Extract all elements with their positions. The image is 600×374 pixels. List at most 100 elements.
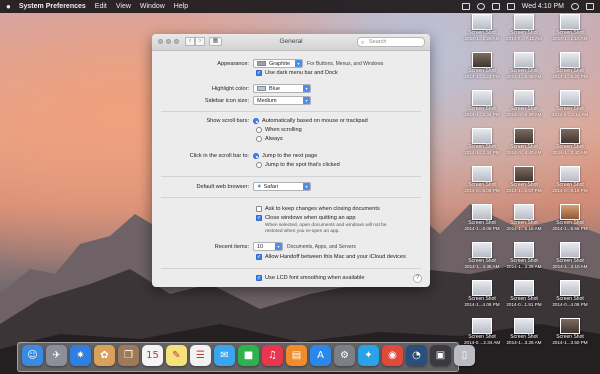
safari-icon: ✷ bbox=[257, 183, 262, 190]
trash-icon[interactable]: ▯ bbox=[454, 345, 475, 366]
file-thumbnail-icon bbox=[472, 128, 492, 144]
close-windows-note: When selected, open documents and window… bbox=[265, 223, 387, 234]
desktop-screenshot-file[interactable]: Screen Shot 2014-1...3.26 AM bbox=[506, 318, 542, 345]
desktop-screenshot-file[interactable]: Screen Shot 2014-0...4.06 PM bbox=[552, 280, 588, 307]
highlight-popup[interactable]: Blue ▾ bbox=[253, 84, 311, 93]
scroll-auto-label: Automatically based on mouse or trackpad bbox=[262, 118, 368, 124]
desktop-screenshot-file[interactable]: Screen Shot 2014-0...1.51 PM bbox=[506, 280, 542, 307]
file-thumbnail-icon bbox=[560, 318, 580, 334]
divider bbox=[161, 197, 421, 198]
search-input[interactable]: ⌕ Search bbox=[357, 37, 425, 47]
clock[interactable]: Wed 4:10 PM bbox=[522, 3, 564, 10]
scroll-bars-label: Show scroll bars: bbox=[206, 118, 249, 124]
desktop-screenshot-file[interactable]: Screen Shot 2014-1...3.26 AM bbox=[506, 242, 542, 269]
apple-menu-icon[interactable]: ● bbox=[6, 2, 11, 11]
desktop-screenshot-file[interactable]: Screen Shot 2014-1...8.20 PM bbox=[552, 52, 588, 79]
volume-icon[interactable] bbox=[491, 3, 500, 10]
menu-window[interactable]: Window bbox=[140, 3, 165, 10]
file-date: 2014-0....7.11 AM bbox=[506, 36, 542, 41]
recent-items-popup[interactable]: 10 ▾ bbox=[253, 242, 283, 251]
wifi-icon[interactable] bbox=[476, 3, 485, 10]
desktop-screenshot-file[interactable]: Screen Shot 2014-0....3.14 AM bbox=[552, 90, 588, 117]
desktop-screenshot-file[interactable]: Screen Shot 2014-0....2.34 AM bbox=[464, 318, 500, 345]
menu-help[interactable]: Help bbox=[174, 3, 188, 10]
desktop-screenshot-file[interactable]: Screen Shot 2014-1...6.07 PM bbox=[506, 166, 542, 193]
scroll-when-radio[interactable] bbox=[256, 127, 262, 133]
downloads-icon[interactable]: ▣ bbox=[430, 345, 451, 366]
desktop-screenshot-file[interactable]: Screen Shot 2014-1...3.10 AM bbox=[552, 242, 588, 269]
appearance-popup[interactable]: Graphite ▾ bbox=[253, 59, 303, 68]
chevron-down-icon: ▾ bbox=[295, 60, 302, 67]
scroll-always-radio[interactable] bbox=[256, 136, 262, 142]
system-preferences-icon[interactable]: ⚙ bbox=[334, 345, 355, 366]
notes-icon[interactable]: ✎ bbox=[166, 345, 187, 366]
desktop-screenshot-file[interactable]: Screen Shot 2014-1...3.23 PM bbox=[464, 52, 500, 79]
search-placeholder: Search bbox=[369, 39, 387, 45]
desktop-screenshot-file[interactable]: Screen Shot 2014-1...5.15 AM bbox=[506, 204, 542, 231]
sidebar-icon-popup[interactable]: Medium ▾ bbox=[253, 96, 311, 105]
battery-icon[interactable] bbox=[506, 3, 515, 10]
desktop-screenshot-file[interactable]: Screen Shot 2014-1...6.05 PM bbox=[464, 204, 500, 231]
close-windows-checkbox[interactable]: ✓ bbox=[256, 215, 262, 221]
desktop-screenshot-file[interactable]: Screen Shot 2014-1...4.35 AM bbox=[464, 242, 500, 269]
scroll-auto-option[interactable]: Automatically based on mouse or trackpad bbox=[253, 118, 368, 124]
itunes-icon[interactable]: ♫ bbox=[262, 345, 283, 366]
desktop-screenshot-file[interactable]: Screen Shot 2014-1...3.40 AM bbox=[552, 128, 588, 155]
jump-spot-radio[interactable] bbox=[256, 162, 262, 168]
desktop-screenshot-file[interactable]: Screen Shot 2014-1...8.55 PM bbox=[552, 204, 588, 231]
twitter-icon[interactable]: ✦ bbox=[358, 345, 379, 366]
file-date: 2014-0...6.05 PM bbox=[464, 188, 500, 193]
facetime-icon[interactable]: ■ bbox=[238, 345, 259, 366]
file-thumbnail-icon bbox=[514, 280, 534, 296]
click-scroll-label: Click in the scroll bar to: bbox=[189, 153, 249, 159]
file-thumbnail-icon bbox=[472, 52, 492, 68]
menu-view[interactable]: View bbox=[116, 3, 131, 10]
help-button[interactable]: ? bbox=[413, 274, 422, 283]
menu-edit[interactable]: Edit bbox=[95, 3, 107, 10]
lcd-checkbox[interactable]: ✓ bbox=[256, 275, 262, 281]
desktop-screenshot-file[interactable]: Screen Shot 2014-1...1.26 AM bbox=[464, 14, 500, 41]
reminders-icon[interactable]: ☰ bbox=[190, 345, 211, 366]
jump-next-radio[interactable] bbox=[253, 153, 259, 159]
contacts-icon[interactable]: ❐ bbox=[118, 345, 139, 366]
desktop-screenshot-file[interactable]: Screen Shot 2014-0...6.39 AM bbox=[506, 90, 542, 117]
ask-changes-row: Ask to keep changes when closing documen… bbox=[152, 206, 430, 212]
ask-changes-checkbox[interactable] bbox=[256, 206, 262, 212]
safari-icon[interactable]: ✷ bbox=[70, 345, 91, 366]
desktop-screenshot-file[interactable]: Screen Shot 2014-0...4.40 AM bbox=[506, 128, 542, 155]
photos-icon[interactable]: ✿ bbox=[94, 345, 115, 366]
dark-menu-checkbox[interactable]: ✓ bbox=[256, 70, 262, 76]
desktop-screenshot-file[interactable]: Screen Shot 2014-0....7.11 AM bbox=[506, 14, 542, 41]
app-store-icon[interactable]: A bbox=[310, 345, 331, 366]
desktop-screenshot-file[interactable]: Screen Shot 2014-1...2.34 PM bbox=[464, 90, 500, 117]
desktop-screenshot-file[interactable]: Screen Shot 2014-1...3.50 PM bbox=[552, 318, 588, 345]
messages-icon[interactable]: ✉ bbox=[214, 345, 235, 366]
file-date: 2014-1...5.15 AM bbox=[506, 226, 542, 231]
jump-next-option[interactable]: Jump to the next page bbox=[253, 153, 317, 159]
menu-app-name[interactable]: System Preferences bbox=[19, 3, 86, 10]
highlight-row: Highlight color: Blue ▾ bbox=[152, 84, 430, 93]
desktop-screenshot-file[interactable]: Screen Shot 2014-0...6.05 PM bbox=[464, 166, 500, 193]
scroll-auto-radio[interactable] bbox=[253, 118, 259, 124]
highlight-label: Highlight color: bbox=[212, 85, 249, 92]
desktop-screenshot-file[interactable]: Screen Shot 2014-1...1.10 AM bbox=[552, 14, 588, 41]
handoff-checkbox[interactable]: ✓ bbox=[256, 254, 262, 260]
chrome-icon[interactable]: ◉ bbox=[382, 345, 403, 366]
ibooks-icon[interactable]: ▤ bbox=[286, 345, 307, 366]
launchpad-icon[interactable]: ✈ bbox=[46, 345, 67, 366]
sidebar-icon-value: Medium bbox=[257, 97, 277, 104]
finder-icon[interactable]: ☺ bbox=[22, 345, 43, 366]
bluetooth-icon[interactable] bbox=[461, 3, 470, 10]
file-date: 2014-1...6.07 PM bbox=[506, 188, 542, 193]
click-scroll-row: Click in the scroll bar to: Jump to the … bbox=[152, 153, 430, 159]
desktop-screenshot-file[interactable]: Screen Shot 2014-1...4.06 PM bbox=[464, 280, 500, 307]
spotlight-icon[interactable] bbox=[571, 3, 579, 10]
quicktime-icon[interactable]: ◔ bbox=[406, 345, 427, 366]
desktop-screenshot-file[interactable]: Screen Shot 2014-0...9.19 PM bbox=[552, 166, 588, 193]
browser-popup[interactable]: ✷ Safari ▾ bbox=[253, 182, 311, 191]
desktop-screenshot-file[interactable]: Screen Shot 2014-1...5.46 AM bbox=[506, 52, 542, 79]
notification-icon[interactable] bbox=[586, 3, 594, 10]
desktop-screenshot-file[interactable]: Screen Shot 2014-1...2.34 PM bbox=[464, 128, 500, 155]
file-thumbnail-icon bbox=[472, 280, 492, 296]
calendar-icon[interactable]: 15 bbox=[142, 345, 163, 366]
